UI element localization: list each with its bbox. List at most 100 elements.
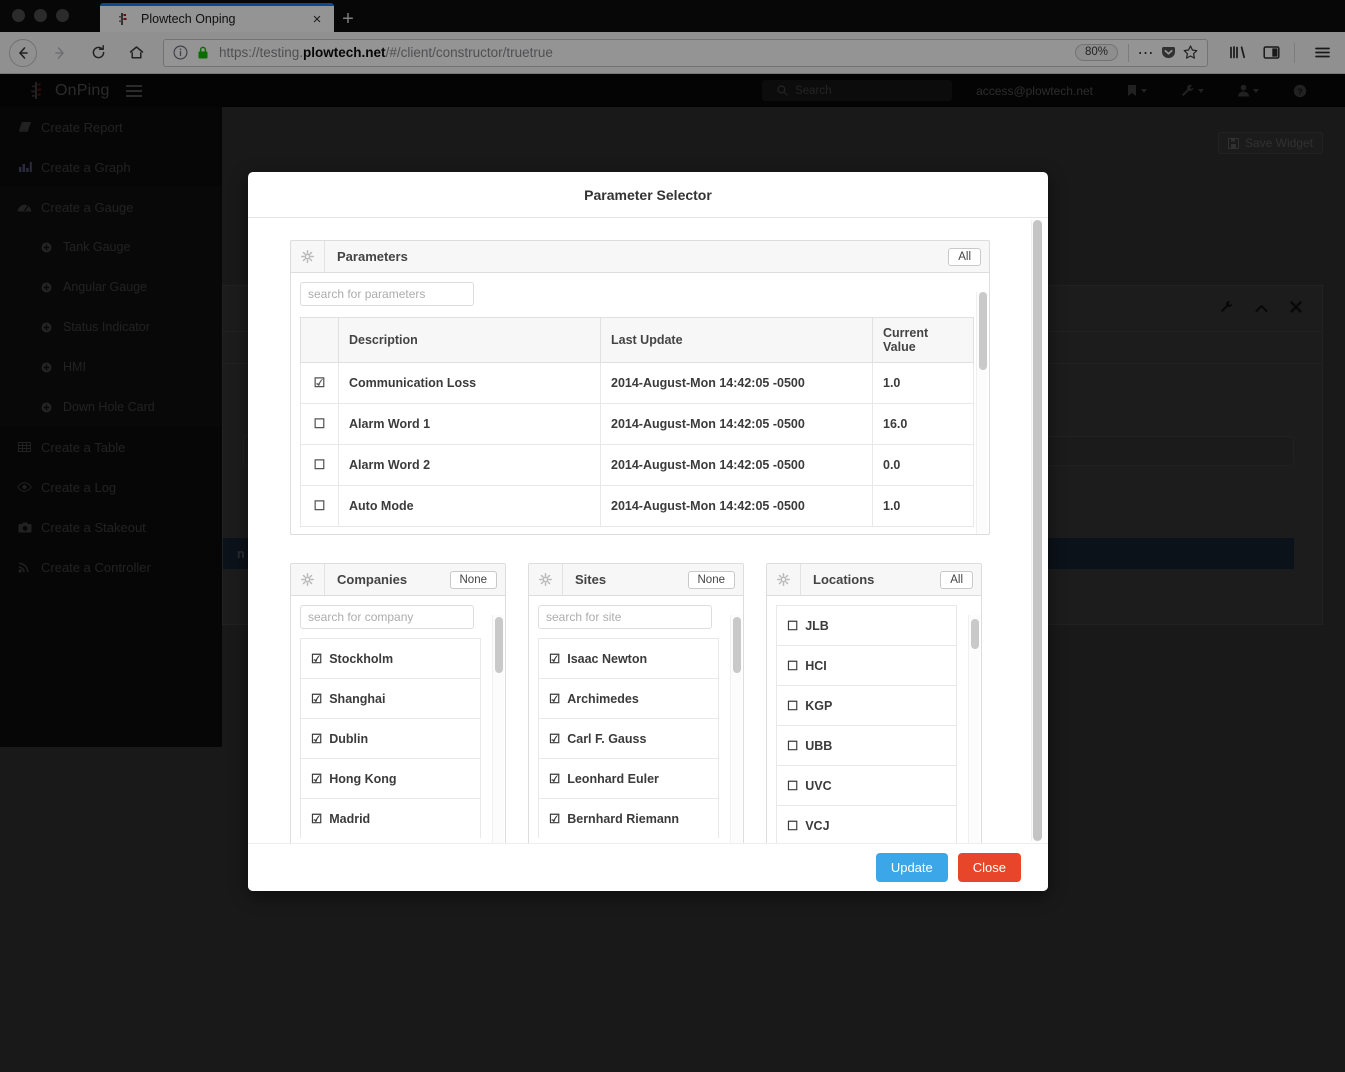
parameters-panel-title: Parameters — [337, 249, 948, 264]
locations-panel-header: Locations All — [767, 564, 981, 596]
browser-window: Plowtech Onping × + https://testing.plow… — [0, 0, 1345, 1072]
item-checkbox[interactable]: ☑ — [311, 811, 322, 826]
list-item[interactable]: ☐JLB — [776, 605, 957, 645]
column-current-value: Current Value — [873, 318, 974, 363]
parameters-panel-header: Parameters All — [291, 241, 989, 273]
list-item[interactable]: ☑ Stockholm — [300, 638, 481, 678]
gear-icon[interactable] — [529, 564, 563, 595]
sites-panel-header: Sites None — [529, 564, 743, 596]
sites-scrollbar[interactable] — [730, 615, 742, 843]
item-label: Shanghai — [329, 692, 385, 706]
gear-icon[interactable] — [291, 241, 325, 272]
list-item[interactable]: ☐ UBB — [776, 725, 957, 765]
sites-list: ☑ Isaac Newton ☑ Archimedes ☑ Carl F. Gauss… — [538, 638, 719, 838]
item-label: KGP — [805, 699, 832, 713]
item-checkbox[interactable]: ☐ — [787, 658, 798, 673]
item-checkbox[interactable]: ☑ — [549, 811, 560, 826]
locations-select-all-button[interactable]: All — [940, 571, 973, 589]
locations-panel-title: Locations — [813, 572, 940, 587]
list-item[interactable]: ☐ UVC — [776, 765, 957, 805]
locations-panel-body: ☐JLB ☐ HCI ☐ KGP ☐ UBB ☐ UVC ☐ VCJ — [767, 605, 981, 843]
modal-footer: Update Close — [248, 843, 1048, 891]
item-checkbox[interactable]: ☐ — [787, 818, 798, 833]
item-checkbox[interactable]: ☑ — [311, 771, 322, 786]
list-item[interactable]: ☑ Archimedes — [538, 678, 719, 718]
companies-select-none-button[interactable]: None — [450, 571, 498, 589]
item-label: UVC — [805, 779, 831, 793]
parameters-scrollbar[interactable] — [976, 292, 988, 535]
item-label: Hong Kong — [329, 772, 396, 786]
row-checkbox[interactable]: ☐ — [314, 457, 326, 472]
locations-panel: Locations All ☐JLB ☐ HCI ☐ KGP ☐ UBB ☐ UVC ☐… — [766, 563, 982, 843]
item-label: Bernhard Riemann — [567, 812, 679, 826]
item-checkbox[interactable]: ☑ — [549, 691, 560, 706]
list-item[interactable]: ☑ Leonhard Euler — [538, 758, 719, 798]
list-item[interactable]: ☑ Isaac Newton — [538, 638, 719, 678]
list-item[interactable]: ☑ Bernhard Riemann — [538, 798, 719, 838]
cell-last-update: 2014-August-Mon 14:42:05 -0500 — [601, 486, 873, 527]
update-button[interactable]: Update — [876, 853, 948, 882]
modal-scrollbar[interactable] — [1031, 220, 1042, 841]
parameters-table-header-row: Description Last Update Current Value — [301, 318, 974, 363]
companies-panel-body: ☑Stockholm ☑Shanghai ☑Dublin ☑Hong Kong … — [291, 605, 505, 843]
cell-last-update: 2014-August-Mon 14:42:05 -0500 — [601, 445, 873, 486]
cell-current-value: 16.0 — [873, 404, 974, 445]
item-checkbox[interactable]: ☑ — [311, 651, 322, 666]
table-row: ☐ Auto Mode 2014-August-Mon 14:42:05 -05… — [301, 486, 974, 527]
list-item[interactable]: ☑Dublin — [300, 718, 481, 758]
modal-title: Parameter Selector — [584, 187, 712, 203]
list-item[interactable]: ☑ Shanghai — [300, 678, 481, 718]
item-checkbox[interactable]: ☑ — [549, 731, 560, 746]
item-label: Leonhard Euler — [567, 772, 659, 786]
item-checkbox[interactable]: ☐ — [787, 698, 798, 713]
item-checkbox[interactable]: ☐ — [787, 618, 798, 633]
item-label: Carl F. Gauss — [567, 732, 646, 746]
item-checkbox[interactable]: ☐ — [787, 778, 798, 793]
item-label: Stockholm — [329, 652, 393, 666]
table-row: ☐ Alarm Word 1 2014-August-Mon 14:42:05 … — [301, 404, 974, 445]
cell-description: Auto Mode — [339, 486, 601, 527]
sites-search-input[interactable] — [538, 605, 712, 629]
row-checkbox[interactable]: ☑ — [314, 375, 326, 390]
item-label: UBB — [805, 739, 832, 753]
close-button[interactable]: Close — [958, 853, 1021, 882]
item-label: VCJ — [805, 819, 829, 833]
parameters-search-input[interactable] — [300, 282, 474, 306]
list-item[interactable]: ☐ VCJ — [776, 805, 957, 843]
item-label: Madrid — [329, 812, 370, 826]
sites-panel-body: ☑ Isaac Newton ☑ Archimedes ☑ Carl F. Gauss… — [529, 605, 743, 843]
table-row: ☑ Communication Loss 2014-August-Mon 14:… — [301, 363, 974, 404]
item-checkbox[interactable]: ☑ — [549, 771, 560, 786]
column-description: Description — [339, 318, 601, 363]
row-checkbox[interactable]: ☐ — [314, 416, 326, 431]
companies-search-input[interactable] — [300, 605, 474, 629]
item-checkbox[interactable]: ☐ — [787, 738, 798, 753]
list-item[interactable]: ☐ HCI — [776, 645, 957, 685]
companies-list: ☑Stockholm ☑Shanghai ☑Dublin ☑Hong Kong … — [300, 638, 481, 838]
parameters-select-all-button[interactable]: All — [948, 248, 981, 266]
modal-header: Parameter Selector — [248, 172, 1048, 218]
gear-icon[interactable] — [291, 564, 325, 595]
item-label: HCI — [805, 659, 827, 673]
list-item[interactable]: ☑ Madrid — [300, 798, 481, 838]
locations-scrollbar[interactable] — [968, 615, 980, 843]
row-checkbox[interactable]: ☐ — [314, 498, 326, 513]
cell-current-value: 1.0 — [873, 363, 974, 404]
companies-scrollbar[interactable] — [492, 615, 504, 843]
list-item[interactable]: ☐ KGP — [776, 685, 957, 725]
parameters-panel-body: Description Last Update Current Value ☑ … — [291, 282, 989, 535]
modal-body: Parameters All Description Last Update C… — [248, 218, 1048, 843]
column-last-update: Last Update — [601, 318, 873, 363]
locations-list: ☐JLB ☐ HCI ☐ KGP ☐ UBB ☐ UVC ☐ VCJ — [776, 605, 957, 843]
item-label: Archimedes — [567, 692, 639, 706]
companies-panel-header: Companies None — [291, 564, 505, 596]
list-item[interactable]: ☑ Carl F. Gauss — [538, 718, 719, 758]
list-item[interactable]: ☑ Hong Kong — [300, 758, 481, 798]
item-label: Isaac Newton — [567, 652, 647, 666]
parameter-selector-modal: Parameter Selector Parameters All — [248, 172, 1048, 891]
item-checkbox[interactable]: ☑ — [549, 651, 560, 666]
gear-icon[interactable] — [767, 564, 801, 595]
sites-select-none-button[interactable]: None — [688, 571, 736, 589]
item-checkbox[interactable]: ☑ — [311, 731, 322, 746]
item-checkbox[interactable]: ☑ — [311, 691, 322, 706]
